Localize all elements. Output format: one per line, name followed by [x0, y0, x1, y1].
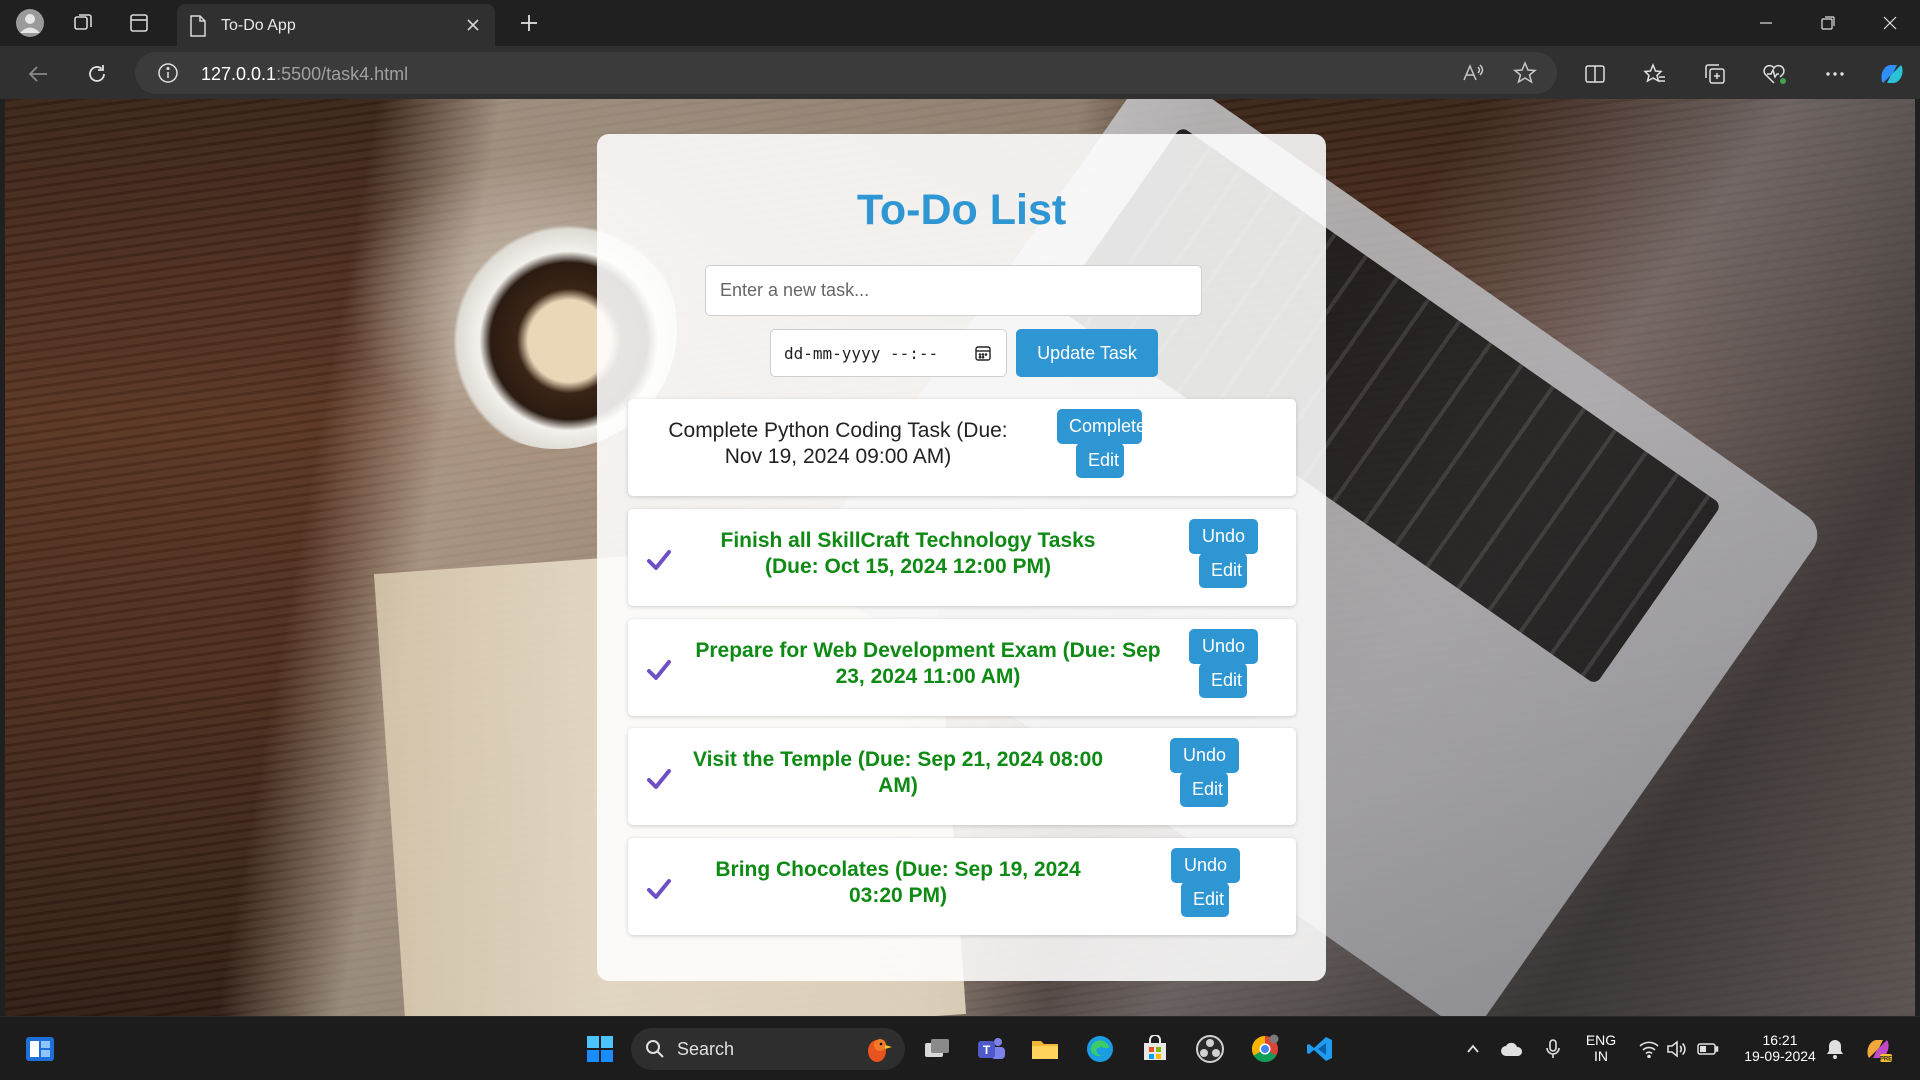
copilot-taskbar-icon[interactable]: PRE	[1858, 1029, 1898, 1069]
search-label: Search	[677, 1039, 735, 1059]
checkmark-icon	[646, 659, 672, 686]
task-item: Bring Chocolates (Due: Sep 19, 2024 03:2…	[628, 838, 1296, 935]
undo-button[interactable]: Undo	[1171, 848, 1240, 883]
copilot-icon[interactable]	[1876, 58, 1908, 90]
task-item: Visit the Temple (Due: Sep 21, 2024 08:0…	[628, 728, 1296, 825]
task-text: Bring Chocolates (Due: Sep 19, 2024 03:2…	[715, 858, 1081, 907]
task-text: Prepare for Web Development Exam (Due: S…	[695, 639, 1161, 688]
tab-title: To-Do App	[221, 17, 296, 34]
onedrive-cloud-icon[interactable]	[1492, 1029, 1532, 1069]
task-item: Finish all SkillCraft Technology Tasks (…	[628, 509, 1296, 606]
taskbar-search[interactable]: Search	[631, 1028, 905, 1070]
site-info-icon[interactable]	[157, 62, 179, 89]
windows-taskbar: Search T ENG IN 16:21 19-09-2024 PRE	[0, 1016, 1920, 1080]
battery-icon[interactable]	[1688, 1029, 1728, 1069]
task-text: Visit the Temple (Due: Sep 21, 2024 08:0…	[692, 748, 1104, 797]
vscode-icon[interactable]	[1300, 1029, 1340, 1069]
page-viewport: To-Do List dd-mm-yyyy --:-- Update Task …	[5, 99, 1915, 1016]
edit-button[interactable]: Edit	[1199, 663, 1247, 698]
calendar-icon[interactable]	[974, 344, 992, 367]
task-text: Finish all SkillCraft Technology Tasks (…	[720, 529, 1096, 578]
microphone-icon[interactable]	[1533, 1029, 1573, 1069]
file-explorer-icon[interactable]	[1025, 1029, 1065, 1069]
edit-button[interactable]: Edit	[1180, 772, 1228, 807]
profile-avatar-icon[interactable]	[15, 8, 45, 38]
page-title: To-Do List	[856, 186, 1067, 234]
url-text: 127.0.0.1:5500/task4.html	[201, 64, 408, 85]
workspaces-icon[interactable]	[68, 8, 98, 38]
clock-date: 19-09-2024	[1744, 1048, 1816, 1064]
new-task-input[interactable]	[705, 265, 1202, 316]
close-window-icon[interactable]	[1870, 6, 1910, 40]
address-bar[interactable]: 127.0.0.1:5500/task4.html	[135, 52, 1557, 94]
task-item: Complete Python Coding Task (Due: Nov 19…	[628, 399, 1296, 496]
undo-button[interactable]: Undo	[1189, 519, 1258, 554]
update-task-button[interactable]: Update Task	[1016, 329, 1158, 377]
back-icon[interactable]	[22, 58, 54, 90]
language-indicator[interactable]: ENG IN	[1583, 1032, 1619, 1064]
clock[interactable]: 16:21 19-09-2024	[1735, 1032, 1825, 1064]
task-view-icon[interactable]	[917, 1029, 957, 1069]
due-date-input[interactable]: dd-mm-yyyy --:--	[770, 329, 1007, 377]
more-options-icon[interactable]	[1819, 58, 1851, 90]
svg-text:PRE: PRE	[1880, 1057, 1892, 1063]
obs-studio-icon[interactable]	[1190, 1029, 1230, 1069]
browser-titlebar: To-Do App	[0, 0, 1920, 46]
windows-start-icon[interactable]	[580, 1029, 620, 1069]
checkmark-icon	[646, 549, 672, 576]
browser-essentials-icon[interactable]	[1759, 58, 1791, 90]
collections-icon[interactable]	[1699, 58, 1731, 90]
edit-button[interactable]: Edit	[1076, 443, 1124, 478]
undo-button[interactable]: Undo	[1189, 629, 1258, 664]
checkmark-icon	[646, 768, 672, 795]
new-tab-icon[interactable]	[514, 8, 544, 38]
refresh-icon[interactable]	[81, 58, 113, 90]
microsoft-store-icon[interactable]	[1135, 1029, 1175, 1069]
complete-button[interactable]: Complete	[1057, 409, 1146, 444]
restore-icon[interactable]	[1808, 6, 1848, 40]
todo-container: To-Do List dd-mm-yyyy --:-- Update Task …	[597, 134, 1326, 981]
svg-text:T: T	[983, 1043, 991, 1057]
clock-time: 16:21	[1762, 1032, 1798, 1048]
search-icon	[645, 1039, 665, 1064]
edit-button[interactable]: Edit	[1199, 553, 1247, 588]
task-item: Prepare for Web Development Exam (Due: S…	[628, 619, 1296, 716]
favorites-icon[interactable]	[1639, 58, 1671, 90]
tab-todo-app[interactable]: To-Do App	[177, 4, 495, 46]
read-aloud-icon[interactable]	[1461, 61, 1485, 90]
browser-toolbar: 127.0.0.1:5500/task4.html	[0, 46, 1920, 99]
search-highlight-icon	[861, 1033, 893, 1070]
url-host: 127.0.0.1	[201, 64, 277, 84]
tab-actions-icon[interactable]	[124, 8, 154, 38]
due-date-placeholder: dd-mm-yyyy --:--	[784, 344, 939, 363]
region-code: IN	[1594, 1048, 1608, 1064]
chrome-icon[interactable]	[1245, 1029, 1285, 1069]
checkmark-icon	[646, 878, 672, 905]
undo-button[interactable]: Undo	[1170, 738, 1239, 773]
task-text: Complete Python Coding Task (Due: Nov 19…	[668, 419, 1008, 468]
show-hidden-icons-chevron-icon[interactable]	[1453, 1029, 1493, 1069]
close-tab-icon[interactable]	[461, 13, 485, 37]
edge-browser-icon[interactable]	[1080, 1029, 1120, 1069]
teams-icon[interactable]: T	[971, 1029, 1011, 1069]
page-icon	[189, 15, 207, 42]
notification-bell-icon[interactable]	[1815, 1029, 1855, 1069]
url-path: :5500/task4.html	[276, 64, 409, 84]
minimize-icon[interactable]	[1746, 6, 1786, 40]
favorite-star-icon[interactable]	[1513, 61, 1537, 90]
language-code: ENG	[1585, 1032, 1617, 1048]
split-screen-icon[interactable]	[1579, 58, 1611, 90]
widgets-icon[interactable]	[20, 1029, 60, 1069]
edit-button[interactable]: Edit	[1181, 882, 1229, 917]
